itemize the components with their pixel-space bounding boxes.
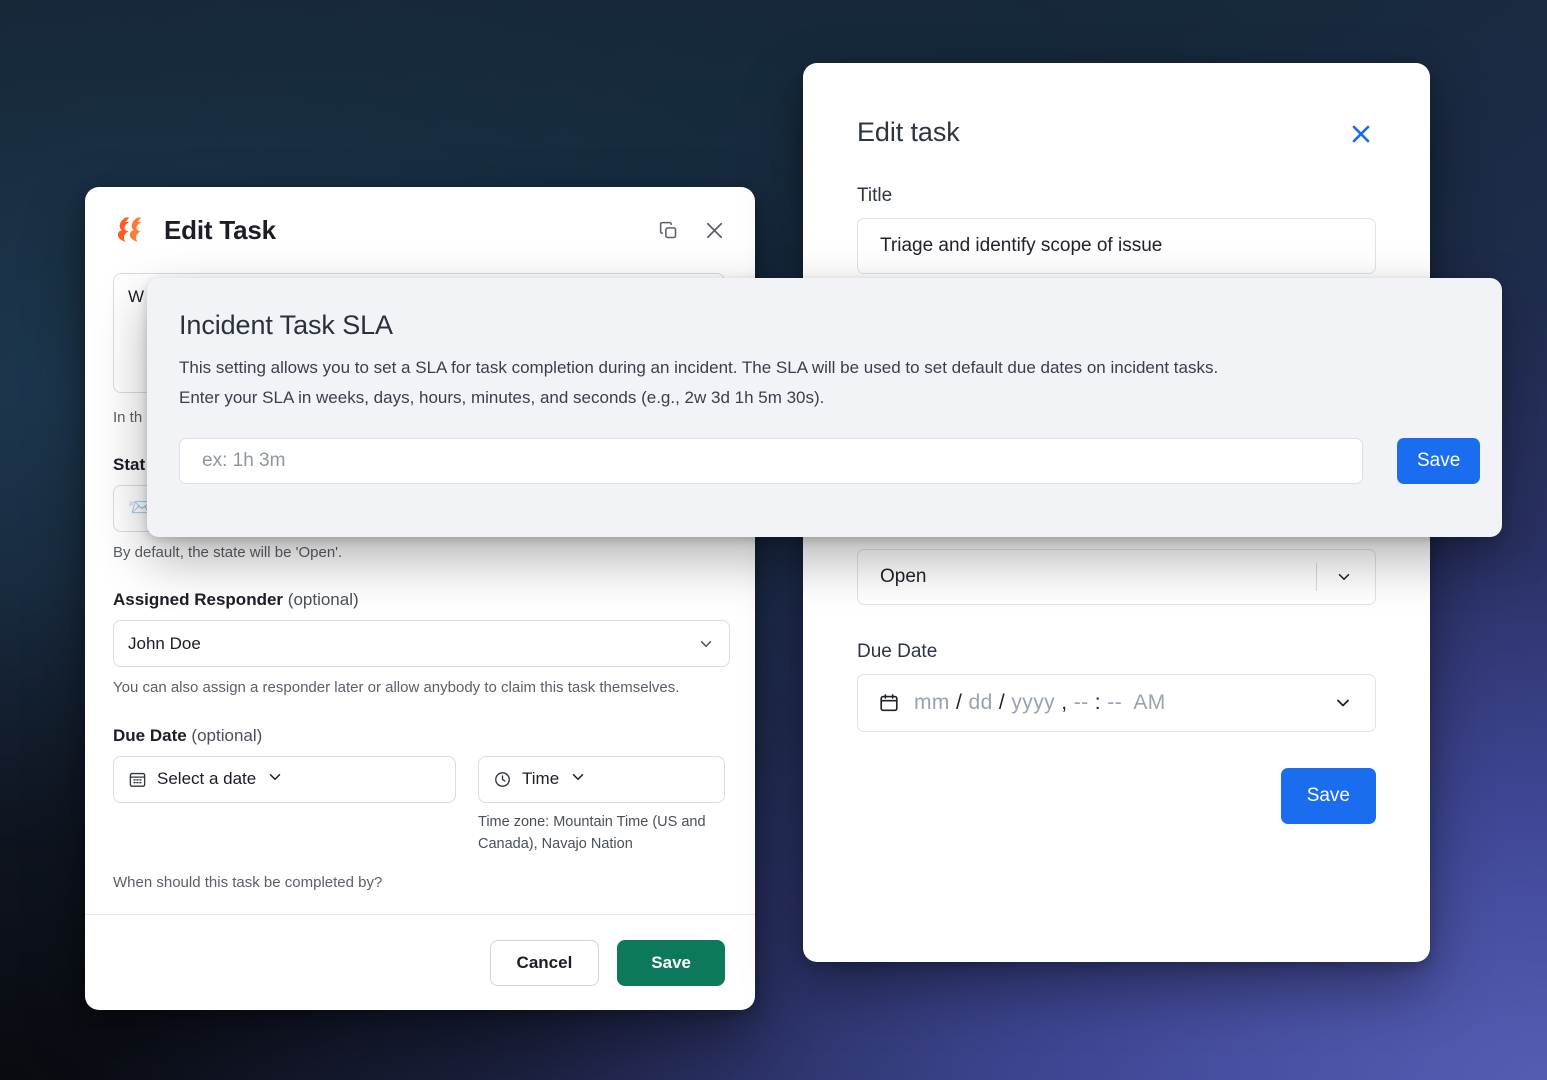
chevron-down-icon <box>569 768 587 791</box>
due-date-picker[interactable]: Select a date <box>113 755 456 803</box>
title-field-label: Title <box>857 185 893 206</box>
due-date-col: Select a date <box>113 755 456 803</box>
left-modal-header: Edit Task <box>85 187 755 273</box>
due-date-label-text: Due Date <box>113 725 187 745</box>
due-date-row: Select a date Time Time zone: Mountain T… <box>113 755 727 856</box>
close-icon[interactable] <box>1346 119 1376 149</box>
app-background: Edit Task W In th Stat 📨 By default, the… <box>0 0 1547 1080</box>
save-button[interactable]: Save <box>1397 437 1481 484</box>
copy-icon[interactable] <box>655 217 681 243</box>
sla-popup-description-line1: This setting allows you to set a SLA for… <box>179 358 1219 377</box>
right-modal-footer: Save <box>857 768 1376 824</box>
close-icon[interactable] <box>701 217 727 243</box>
sla-popup-title: Incident Task SLA <box>179 310 393 340</box>
firehydrant-flame-logo-icon <box>112 212 148 248</box>
state-controls <box>1316 563 1361 591</box>
incident-task-sla-popup: Incident Task SLA This setting allows yo… <box>147 278 1502 537</box>
timezone-note: Time zone: Mountain Time (US and Canada)… <box>478 813 706 853</box>
date-day-placeholder: dd <box>968 691 993 714</box>
calendar-icon <box>128 770 147 789</box>
state-value: Open <box>880 566 927 587</box>
chevron-down-icon <box>266 768 284 791</box>
right-modal-title: Edit task <box>857 117 960 147</box>
assigned-responder-optional-text: (optional) <box>287 590 359 610</box>
divider <box>1316 563 1317 591</box>
calendar-icon <box>878 692 900 714</box>
assigned-responder-select[interactable]: John Doe <box>113 620 730 668</box>
due-date-optional-text: (optional) <box>191 725 263 745</box>
assigned-responder-value: John Doe <box>128 633 201 653</box>
state-select[interactable]: Open <box>857 549 1376 605</box>
chevron-down-icon[interactable] <box>1325 693 1361 713</box>
due-time-picker[interactable]: Time <box>478 755 725 803</box>
due-time-col: Time Time zone: Mountain Time (US and Ca… <box>478 755 725 856</box>
save-button[interactable]: Save <box>1280 768 1376 824</box>
due-date-placeholder: mm / dd / yyyy , -- : -- AM <box>914 691 1166 714</box>
left-modal-footer: Cancel Save <box>85 914 755 1010</box>
due-date-hint: When should this task be completed by? <box>113 873 383 891</box>
due-date-label: Due Date <box>857 641 938 662</box>
chevron-down-icon <box>697 635 715 653</box>
assigned-responder-label: Assigned Responder (optional) <box>113 590 727 610</box>
chevron-down-icon[interactable] <box>1327 568 1361 586</box>
left-modal-title: Edit Task <box>164 214 276 245</box>
clock-icon <box>493 770 512 789</box>
due-date-input[interactable]: mm / dd / yyyy , -- : -- AM <box>857 674 1376 732</box>
date-meridiem-placeholder: AM <box>1133 691 1166 714</box>
state-hint: By default, the state will be 'Open'. <box>113 543 343 561</box>
due-date-label: Due Date (optional) <box>113 726 727 746</box>
sla-input-row: ex: 1h 3m Save <box>179 437 1481 484</box>
due-time-value: Time <box>522 769 560 789</box>
save-button[interactable]: Save <box>617 939 725 986</box>
title-input[interactable]: Triage and identify scope of issue <box>857 218 1376 274</box>
assigned-responder-hint: You can also assign a responder later or… <box>113 679 680 697</box>
date-year-placeholder: yyyy <box>1011 691 1056 714</box>
left-modal-header-actions <box>655 217 727 243</box>
right-modal-header: Edit task <box>857 117 1376 149</box>
assigned-responder-label-text: Assigned Responder <box>113 590 284 610</box>
due-date-value: Select a date <box>157 769 257 789</box>
sla-input[interactable]: ex: 1h 3m <box>179 437 1363 484</box>
sla-popup-description-line2: Enter your SLA in weeks, days, hours, mi… <box>179 388 825 408</box>
date-hour-placeholder: -- <box>1073 691 1089 714</box>
cancel-button[interactable]: Cancel <box>489 939 600 986</box>
date-month-placeholder: mm <box>914 691 950 714</box>
date-minute-placeholder: -- <box>1107 691 1123 714</box>
